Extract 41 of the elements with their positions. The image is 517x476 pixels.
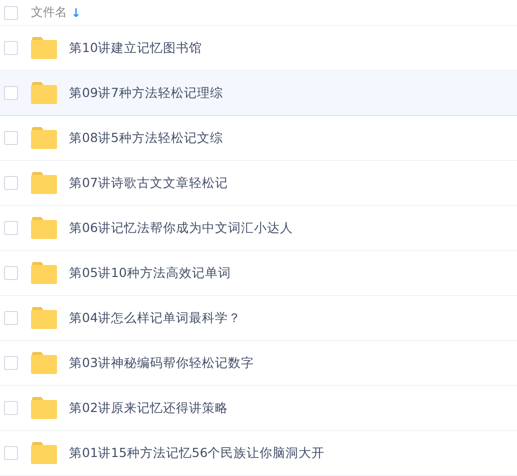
row-checkbox[interactable]: [4, 131, 18, 145]
file-name[interactable]: 第07讲诗歌古文文章轻松记: [69, 174, 228, 192]
file-name[interactable]: 第04讲怎么样记单词最科学？: [69, 310, 241, 326]
file-name[interactable]: 第05讲10种方法高效记单词: [69, 264, 231, 282]
file-name[interactable]: 第10讲建立记忆图书馆: [69, 40, 202, 56]
folder-icon: [31, 37, 57, 59]
folder-icon: [31, 82, 57, 104]
folder-icon: [31, 442, 57, 464]
file-name[interactable]: 第08讲5种方法轻松记文综: [69, 130, 223, 146]
file-row[interactable]: 第07讲诗歌古文文章轻松记: [0, 161, 517, 206]
row-checkbox[interactable]: [4, 176, 18, 190]
file-row[interactable]: 第09讲7种方法轻松记理综: [0, 71, 517, 116]
file-row[interactable]: 第03讲神秘编码帮你轻松记数字: [0, 341, 517, 386]
row-checkbox[interactable]: [4, 446, 18, 460]
row-checkbox[interactable]: [4, 311, 18, 325]
folder-icon: [31, 397, 57, 419]
folder-icon: [31, 172, 57, 194]
file-name[interactable]: 第09讲7种方法轻松记理综: [69, 84, 223, 102]
folder-icon: [31, 307, 57, 329]
folder-icon: [31, 217, 57, 239]
file-row[interactable]: 第08讲5种方法轻松记文综: [0, 116, 517, 161]
file-row[interactable]: 第05讲10种方法高效记单词: [0, 251, 517, 296]
file-name[interactable]: 第02讲原来记忆还得讲策略: [69, 400, 228, 416]
row-checkbox[interactable]: [4, 41, 18, 55]
file-row[interactable]: 第06讲记忆法帮你成为中文词汇小达人: [0, 206, 517, 251]
file-name[interactable]: 第06讲记忆法帮你成为中文词汇小达人: [69, 220, 293, 236]
row-checkbox[interactable]: [4, 356, 18, 370]
file-name[interactable]: 第01讲15种方法记忆56个民族让你脑洞大开: [69, 444, 325, 462]
row-checkbox[interactable]: [4, 86, 18, 100]
file-row[interactable]: 第04讲怎么样记单词最科学？: [0, 296, 517, 341]
folder-icon: [31, 352, 57, 374]
column-header[interactable]: 文件名: [31, 4, 67, 21]
folder-icon: [31, 262, 57, 284]
row-checkbox[interactable]: [4, 401, 18, 415]
row-checkbox[interactable]: [4, 221, 18, 235]
folder-icon: [31, 127, 57, 149]
file-row[interactable]: 第01讲15种方法记忆56个民族让你脑洞大开: [0, 431, 517, 476]
file-row[interactable]: 第02讲原来记忆还得讲策略: [0, 386, 517, 431]
select-all-checkbox[interactable]: [4, 6, 18, 20]
file-name[interactable]: 第03讲神秘编码帮你轻松记数字: [69, 354, 254, 372]
row-checkbox[interactable]: [4, 266, 18, 280]
